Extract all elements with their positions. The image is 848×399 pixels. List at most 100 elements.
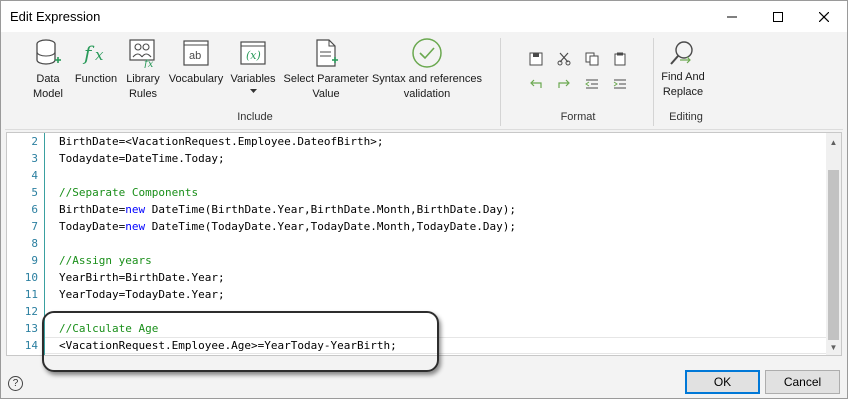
scrollbar-thumb[interactable]: [828, 170, 839, 340]
svg-text:f: f: [82, 41, 95, 65]
code-line[interactable]: 10 YearBirth=BirthDate.Year;: [7, 269, 827, 286]
comment-token: //Assign years: [59, 254, 152, 267]
code-token: <VacationRequest.Employee.Age>=YearToday…: [59, 339, 397, 352]
line-number: 11: [24, 288, 38, 301]
redo-icon[interactable]: [555, 75, 573, 93]
code-text: //Calculate Age: [59, 320, 158, 337]
code-token: DateTime(TodayDate.Year,TodayDate.Month,…: [145, 220, 516, 233]
line-number: 13: [24, 322, 38, 335]
maximize-button[interactable]: [755, 1, 801, 32]
function-label: Function: [74, 73, 118, 85]
code-line[interactable]: 5 //Separate Components: [7, 184, 827, 201]
variables-button[interactable]: (x) Variables: [229, 37, 277, 94]
code-line[interactable]: 11 YearToday=TodayDate.Year;: [7, 286, 827, 303]
code-line[interactable]: 14 <VacationRequest.Employee.Age>=YearTod…: [7, 337, 827, 354]
line-number: 4: [31, 169, 38, 182]
function-button[interactable]: f x Function: [73, 37, 119, 87]
vertical-scrollbar[interactable]: ▲ ▼: [826, 133, 841, 355]
code-token: BirthDate=: [59, 203, 126, 216]
close-button[interactable]: [801, 1, 847, 32]
find-and-replace-label: Find And Replace: [661, 71, 705, 98]
help-icon[interactable]: ?: [8, 376, 23, 391]
code-text: Todaydate=DateTime.Today;: [59, 150, 225, 167]
code-line[interactable]: 6 BirthDate=new DateTime(BirthDate.Year,B…: [7, 201, 827, 218]
code-token: YearToday=TodayDate.Year;: [59, 288, 225, 301]
svg-text:(x): (x): [246, 49, 261, 62]
line-number: 12: [24, 305, 38, 318]
code-line[interactable]: 13 //Calculate Age: [7, 320, 827, 337]
code-text: TodayDate=new DateTime(TodayDate.Year,To…: [59, 218, 516, 235]
code-token: DateTime(BirthDate.Year,BirthDate.Month,…: [145, 203, 516, 216]
code-line[interactable]: 12: [7, 303, 827, 320]
find-replace-icon: [667, 37, 699, 69]
vocabulary-button[interactable]: ab Vocabulary: [168, 37, 224, 87]
comment-token: //Calculate Age: [59, 322, 159, 335]
code-line[interactable]: 2 BirthDate=<VacationRequest.Employee.Dat…: [7, 133, 827, 150]
vocabulary-label: Vocabulary: [168, 73, 224, 85]
svg-text:x: x: [95, 46, 104, 64]
library-rules-button[interactable]: fx Library Rules: [121, 37, 165, 102]
maximize-icon: [773, 11, 783, 22]
cancel-button[interactable]: Cancel: [765, 370, 840, 394]
code-token: YearBirth=BirthDate.Year;: [59, 271, 225, 284]
expression-editor[interactable]: 2 BirthDate=<VacationRequest.Employee.Dat…: [6, 132, 842, 356]
copy-icon[interactable]: [583, 50, 601, 68]
library-rules-label: Library Rules: [126, 73, 160, 100]
minimize-button[interactable]: [709, 1, 755, 32]
code-line[interactable]: 8: [7, 235, 827, 252]
title-bar: Edit Expression: [1, 1, 847, 32]
function-fx-icon: f x: [80, 37, 112, 69]
code-text: BirthDate=new DateTime(BirthDate.Year,Bi…: [59, 201, 516, 218]
parameter-document-icon: [310, 37, 342, 69]
line-number: 6: [31, 203, 38, 216]
code-line[interactable]: 3 Todaydate=DateTime.Today;: [7, 150, 827, 167]
code-line[interactable]: 4: [7, 167, 827, 184]
line-number: 10: [24, 271, 38, 284]
format-group-label: Format: [560, 111, 596, 123]
code-line[interactable]: 9 //Assign years: [7, 252, 827, 269]
ok-button[interactable]: OK: [685, 370, 760, 394]
line-number: 14: [24, 339, 38, 352]
scroll-down-icon[interactable]: ▼: [826, 340, 841, 355]
window-title: Edit Expression: [10, 9, 101, 24]
line-number: 8: [31, 237, 38, 250]
code-text: YearBirth=BirthDate.Year;: [59, 269, 225, 286]
close-icon: [819, 11, 829, 22]
group-divider: [653, 38, 654, 126]
cut-icon[interactable]: [555, 50, 573, 68]
svg-text:ab: ab: [189, 50, 201, 62]
paste-icon[interactable]: [611, 50, 629, 68]
ribbon-toolbar: Data Model f x Function fx Library Rules…: [5, 35, 843, 130]
variables-label: Variables: [230, 73, 276, 85]
include-group-label: Include: [237, 111, 273, 123]
syntax-validation-label: Syntax and references validation: [371, 73, 483, 100]
database-icon: [32, 37, 64, 69]
group-divider: [500, 38, 501, 126]
edit-expression-dialog: Edit Expression Data Model f x Function …: [0, 0, 848, 399]
data-model-button[interactable]: Data Model: [25, 37, 71, 102]
code-token: BirthDate=<VacationRequest.Employee.Date…: [59, 135, 384, 148]
keyword-token: new: [125, 203, 146, 216]
data-model-label: Data Model: [33, 73, 63, 100]
find-and-replace-button[interactable]: Find And Replace: [655, 37, 711, 100]
variables-icon: (x): [237, 37, 269, 69]
code-text: //Assign years: [59, 252, 152, 269]
line-number: 2: [31, 135, 38, 148]
code-line[interactable]: 7 TodayDate=new DateTime(TodayDate.Year,T…: [7, 218, 827, 235]
check-circle-icon: [411, 37, 443, 69]
line-number: 7: [31, 220, 38, 233]
svg-text:fx: fx: [143, 59, 154, 68]
vocabulary-icon: ab: [180, 37, 212, 69]
scroll-up-icon[interactable]: ▲: [826, 135, 841, 150]
outdent-icon[interactable]: [583, 75, 601, 93]
code-token: TodayDate=: [59, 220, 126, 233]
code-text: <VacationRequest.Employee.Age>=YearToday…: [59, 337, 397, 354]
undo-icon[interactable]: [527, 75, 545, 93]
select-parameter-value-button[interactable]: Select Parameter Value: [281, 37, 371, 102]
syntax-validation-button[interactable]: Syntax and references validation: [371, 37, 483, 102]
chevron-down-icon: [249, 89, 257, 93]
editing-group-label: Editing: [669, 111, 703, 123]
save-icon[interactable]: [527, 50, 545, 68]
minimize-icon: [727, 16, 737, 17]
indent-icon[interactable]: [611, 75, 629, 93]
